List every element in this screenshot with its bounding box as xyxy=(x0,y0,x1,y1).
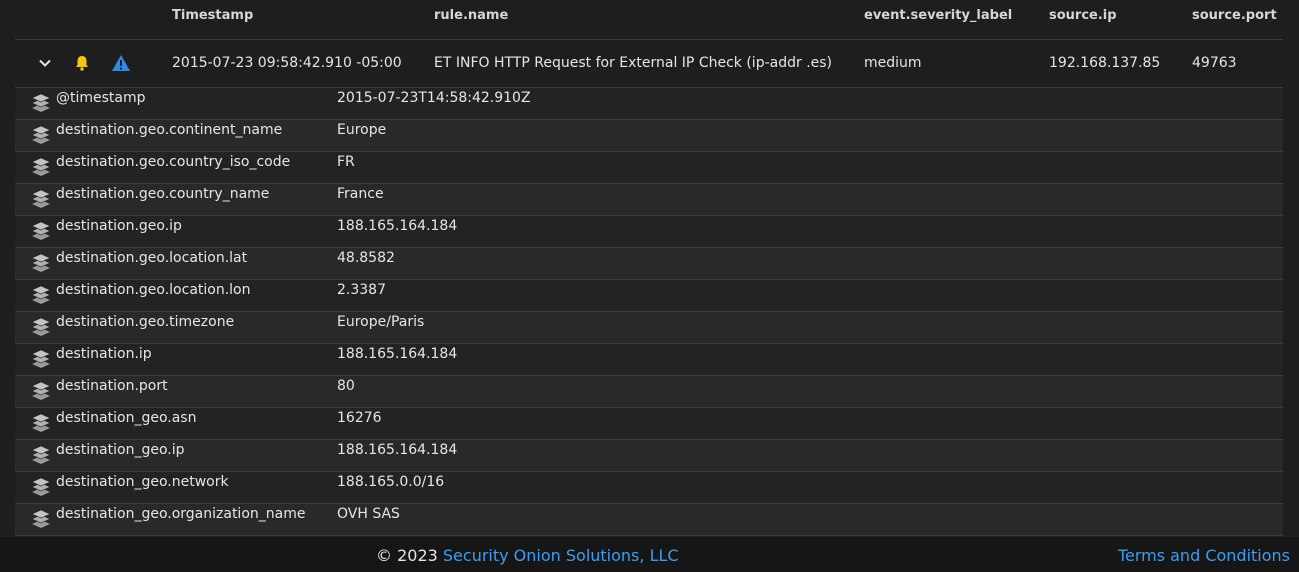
field-value: Europe xyxy=(337,122,387,138)
field-value: 16276 xyxy=(337,410,382,426)
field-value: 2.3387 xyxy=(337,282,386,298)
event-timestamp: 2015-07-23 09:58:42.910 -05:00 xyxy=(172,55,402,71)
field-name: destination.geo.country_name xyxy=(56,186,270,202)
layers-icon[interactable] xyxy=(31,219,51,241)
field-name: destination.geo.location.lat xyxy=(56,250,248,266)
field-name: @timestamp xyxy=(56,90,146,106)
field-name: destination.ip xyxy=(56,346,152,362)
field-value: 188.165.164.184 xyxy=(337,442,458,458)
field-name: destination.geo.location.lon xyxy=(56,282,251,298)
layers-icon[interactable] xyxy=(31,379,51,401)
event-source-ip: 192.168.137.85 xyxy=(1049,55,1161,71)
field-name: destination.geo.ip xyxy=(56,218,182,234)
field-name: destination.port xyxy=(56,378,168,394)
layers-icon[interactable] xyxy=(31,155,51,177)
field-value: France xyxy=(337,186,384,202)
event-source-port: 49763 xyxy=(1192,55,1237,71)
field-name: destination.geo.timezone xyxy=(56,314,235,330)
field-row: destination.geo.ip 188.165.164.184 xyxy=(15,216,1283,248)
field-value: 2015-07-23T14:58:42.910Z xyxy=(337,90,531,106)
events-table: Timestamp rule.name event.severity_label… xyxy=(0,0,1299,537)
event-detail-fields: @timestamp 2015-07-23T14:58:42.910Z destin… xyxy=(15,88,1283,536)
layers-icon[interactable] xyxy=(31,187,51,209)
copyright: © 2023 Security Onion Solutions, LLC xyxy=(376,546,679,565)
terms-link[interactable]: Terms and Conditions xyxy=(1118,546,1290,565)
layers-icon[interactable] xyxy=(31,251,51,273)
field-row: destination_geo.organization_name OVH SAS xyxy=(15,504,1283,536)
field-row: destination.geo.location.lon 2.3387 xyxy=(15,280,1283,312)
field-row: destination.geo.country_name France xyxy=(15,184,1283,216)
field-row: destination.geo.continent_name Europe xyxy=(15,120,1283,152)
field-row: @timestamp 2015-07-23T14:58:42.910Z xyxy=(15,88,1283,120)
layers-icon[interactable] xyxy=(31,411,51,433)
field-row: destination_geo.network 188.165.0.0/16 xyxy=(15,472,1283,504)
field-value: FR xyxy=(337,154,355,170)
layers-icon[interactable] xyxy=(31,475,51,497)
field-row: destination_geo.ip 188.165.164.184 xyxy=(15,440,1283,472)
warning-triangle-icon[interactable] xyxy=(111,53,131,73)
field-name: destination_geo.ip xyxy=(56,442,185,458)
field-row: destination.geo.country_iso_code FR xyxy=(15,152,1283,184)
layers-icon[interactable] xyxy=(31,507,51,529)
field-name: destination_geo.network xyxy=(56,474,229,490)
column-header-source-ip[interactable]: source.ip xyxy=(1049,8,1117,23)
event-severity: medium xyxy=(864,55,922,71)
field-value: 188.165.164.184 xyxy=(337,218,458,234)
column-header-severity[interactable]: event.severity_label xyxy=(864,8,1012,23)
field-name: destination_geo.asn xyxy=(56,410,197,426)
layers-icon[interactable] xyxy=(31,315,51,337)
field-value: 188.165.0.0/16 xyxy=(337,474,445,490)
chevron-down-icon[interactable] xyxy=(35,53,55,73)
layers-icon[interactable] xyxy=(31,443,51,465)
company-link[interactable]: Security Onion Solutions, LLC xyxy=(443,546,679,565)
field-name: destination.geo.continent_name xyxy=(56,122,283,138)
field-row: destination.port 80 xyxy=(15,376,1283,408)
copyright-prefix: © 2023 xyxy=(376,546,443,565)
event-row[interactable]: 2015-07-23 09:58:42.910 -05:00 ET INFO H… xyxy=(15,40,1283,88)
field-row: destination.ip 188.165.164.184 xyxy=(15,344,1283,376)
field-name: destination_geo.organization_name xyxy=(56,506,306,522)
field-value: 80 xyxy=(337,378,355,394)
field-name: destination.geo.country_iso_code xyxy=(56,154,291,170)
field-value: 188.165.164.184 xyxy=(337,346,458,362)
layers-icon[interactable] xyxy=(31,91,51,113)
column-header-rule-name[interactable]: rule.name xyxy=(434,8,508,23)
column-header-source-port[interactable]: source.port xyxy=(1192,8,1277,23)
footer: © 2023 Security Onion Solutions, LLC Ter… xyxy=(0,537,1299,572)
layers-icon[interactable] xyxy=(31,283,51,305)
layers-icon[interactable] xyxy=(31,347,51,369)
bell-icon[interactable] xyxy=(72,53,92,73)
field-value: 48.8582 xyxy=(337,250,395,266)
field-row: destination_geo.asn 16276 xyxy=(15,408,1283,440)
field-row: destination.geo.location.lat 48.8582 xyxy=(15,248,1283,280)
column-header-timestamp[interactable]: Timestamp xyxy=(172,8,253,23)
event-rule-name: ET INFO HTTP Request for External IP Che… xyxy=(434,55,833,71)
field-row: destination.geo.timezone Europe/Paris xyxy=(15,312,1283,344)
table-header: Timestamp rule.name event.severity_label… xyxy=(15,0,1283,40)
layers-icon[interactable] xyxy=(31,123,51,145)
field-value: OVH SAS xyxy=(337,506,400,522)
field-value: Europe/Paris xyxy=(337,314,425,330)
